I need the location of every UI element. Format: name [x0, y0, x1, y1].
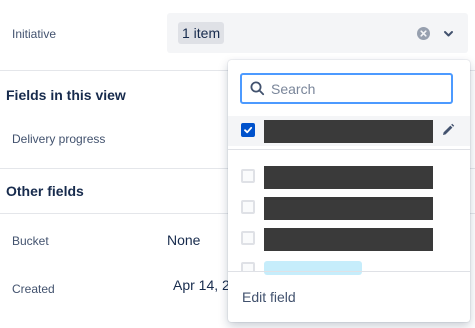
redacted-option-label [264, 228, 433, 251]
checkbox[interactable] [241, 231, 255, 245]
other-fields-heading: Other fields [6, 183, 84, 199]
checkbox[interactable] [241, 200, 255, 214]
search-icon [250, 81, 265, 96]
initiative-chip[interactable]: 1 item [178, 22, 225, 44]
checkbox[interactable] [241, 169, 255, 183]
search-field[interactable] [240, 73, 453, 104]
checkbox[interactable] [241, 262, 255, 271]
partial-status-tag [264, 261, 362, 275]
option-row[interactable] [228, 193, 470, 223]
pencil-icon[interactable] [441, 123, 455, 137]
footer-separator [228, 271, 470, 272]
option-row[interactable] [228, 162, 470, 192]
search-input[interactable] [271, 79, 441, 99]
created-value: Apr 14, 2 [173, 277, 230, 293]
initiative-dropdown: Edit field [228, 60, 470, 322]
redacted-option-label [264, 197, 433, 220]
option-row[interactable] [228, 224, 470, 254]
chevron-down-icon[interactable] [442, 27, 455, 40]
clear-icon[interactable] [417, 27, 430, 40]
bucket-label: Bucket [12, 234, 49, 248]
created-label: Created [12, 282, 55, 296]
checkbox[interactable] [241, 123, 255, 137]
bucket-value[interactable]: None [167, 232, 200, 248]
redacted-option-label [264, 166, 433, 189]
redacted-option-label [264, 120, 433, 143]
fields-in-view-heading: Fields in this view [6, 87, 126, 103]
initiative-select[interactable]: 1 item [167, 13, 468, 53]
initiative-label: Initiative [12, 27, 57, 41]
separator [228, 149, 470, 150]
delivery-progress-label: Delivery progress [12, 132, 106, 146]
option-row[interactable] [228, 116, 470, 146]
edit-field-button[interactable]: Edit field [242, 289, 296, 305]
check-icon [244, 126, 253, 134]
